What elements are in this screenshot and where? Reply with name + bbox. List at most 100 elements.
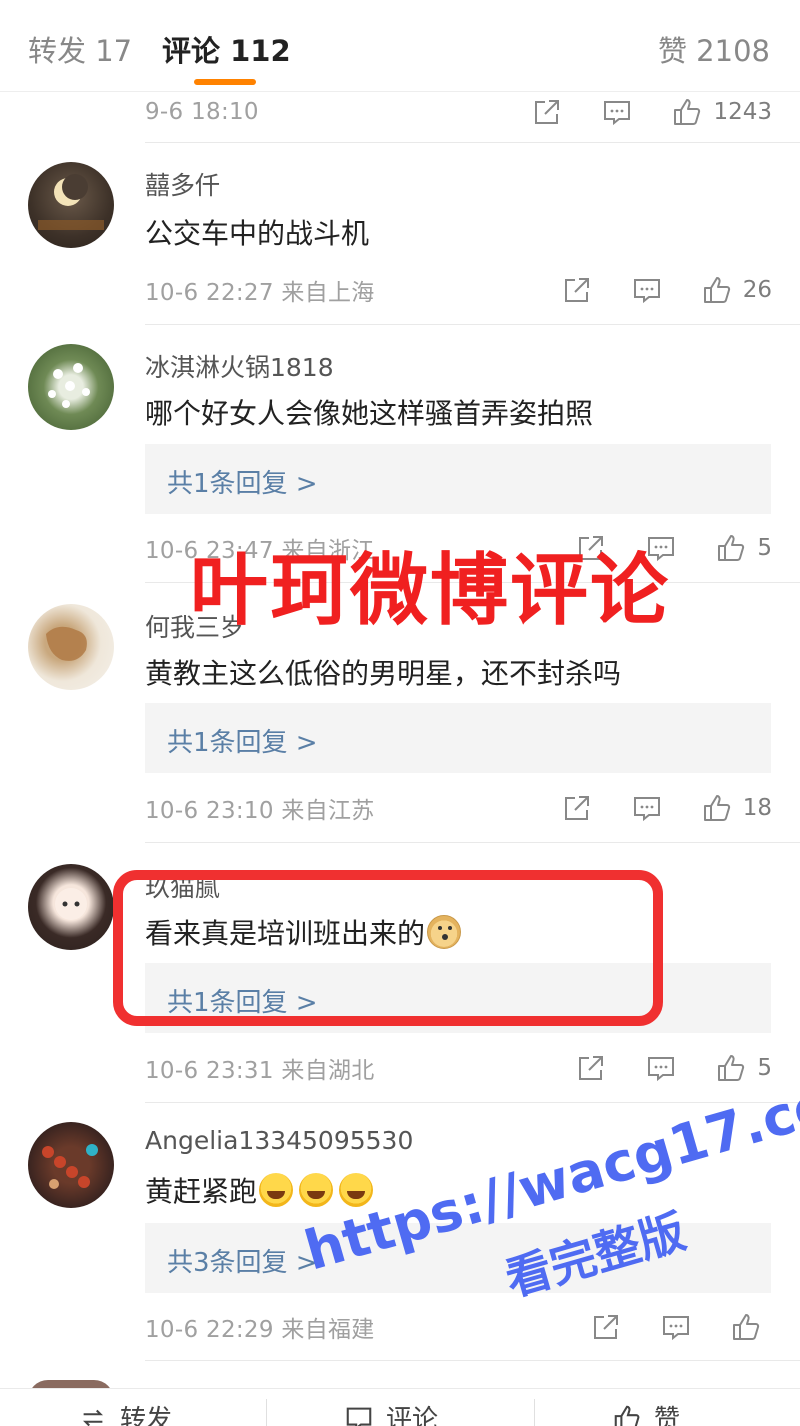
comment-icon xyxy=(633,279,660,304)
beads-avatar-image xyxy=(42,1144,98,1189)
comment-time: 9-6 18:10 xyxy=(145,99,259,125)
username[interactable]: Angelia13345095530 xyxy=(145,1126,413,1155)
comment-text: 公交车中的战斗机 xyxy=(145,217,370,250)
comment-meta: 10-6 23:31 来自湖北 5 xyxy=(145,1048,772,1088)
divider xyxy=(145,842,800,843)
reply-summary-link[interactable]: 共1条回复 > xyxy=(167,463,318,500)
thumbs-up-icon xyxy=(733,1314,760,1340)
comment-actions: 1243 xyxy=(493,92,772,132)
divider xyxy=(145,324,800,325)
laugh-cry-emoji-icon xyxy=(259,1173,294,1207)
laugh-cry-emoji-icon xyxy=(299,1173,334,1207)
reply-button[interactable] xyxy=(601,96,633,128)
comment-tabs: 转发 17 评论 112 赞 2108 xyxy=(0,0,800,92)
thumbs-up-icon xyxy=(703,795,730,821)
reply-summary[interactable]: 共1条回复 > xyxy=(145,444,771,514)
share-button[interactable] xyxy=(531,96,563,128)
comment-actions: 18 xyxy=(523,788,772,828)
share-button[interactable] xyxy=(561,274,593,306)
comment-text: 哪个好女人会像她这样骚首弄姿拍照 xyxy=(145,397,594,430)
repost-icon xyxy=(83,1409,103,1426)
tab-comments[interactable]: 评论 112 xyxy=(162,28,291,70)
bottom-comment-button[interactable]: 评论 xyxy=(344,1399,438,1426)
thumbs-up-icon xyxy=(718,1055,745,1081)
map-avatar-image xyxy=(46,626,87,661)
overlay-title: 叶珂微博评论 xyxy=(190,546,671,636)
like-button[interactable] xyxy=(730,1311,772,1343)
comment-meta: 10-6 22:27 来自上海 26 xyxy=(145,270,772,310)
active-tab-indicator xyxy=(194,79,256,85)
share-button[interactable] xyxy=(561,792,593,824)
avatar[interactable] xyxy=(28,344,114,430)
like-button[interactable]: 18 xyxy=(701,792,772,824)
share-icon xyxy=(564,278,589,302)
thumbs-up-icon xyxy=(718,535,745,561)
moon-avatar-image xyxy=(38,174,104,230)
comment-icon xyxy=(663,1316,689,1341)
anime-girl-avatar-image xyxy=(55,888,87,920)
comment-time: 10-6 22:27 来自上海 xyxy=(145,280,375,306)
tab-likes[interactable]: 赞 2108 xyxy=(658,28,770,70)
divider xyxy=(266,1399,267,1426)
comment-meta: 10-6 22:29 来自福建 xyxy=(145,1307,772,1347)
bottom-comment-label: 评论 xyxy=(386,1405,439,1426)
comment-time: 10-6 22:29 来自福建 xyxy=(145,1317,375,1343)
like-count: 5 xyxy=(757,535,772,561)
avatar[interactable] xyxy=(28,162,114,248)
username[interactable]: 冰淇淋火锅1818 xyxy=(145,348,334,384)
username[interactable]: 囍多仟 xyxy=(145,166,220,202)
share-icon xyxy=(579,1056,604,1080)
like-button[interactable]: 5 xyxy=(715,532,772,564)
comment-time: 10-6 23:31 来自湖北 xyxy=(145,1058,375,1084)
bottom-action-bar: 转发 评论 赞 xyxy=(0,1388,800,1426)
reply-summary-link[interactable]: 共1条回复 > xyxy=(167,722,318,759)
avatar[interactable] xyxy=(28,1122,114,1208)
like-button[interactable]: 5 xyxy=(715,1052,772,1084)
comment-icon xyxy=(604,101,631,126)
comment-text: 黄赶紧跑 xyxy=(145,1170,374,1210)
bottom-repost-button[interactable]: 转发 xyxy=(78,1399,172,1426)
comment-meta: 9-6 18:10 1243 xyxy=(145,92,772,132)
flowers-avatar-image xyxy=(48,363,90,408)
divider xyxy=(534,1399,535,1426)
bottom-like-button[interactable]: 赞 xyxy=(612,1399,680,1426)
reply-button[interactable] xyxy=(631,792,663,824)
highlight-frame xyxy=(113,870,663,1026)
divider xyxy=(145,142,800,143)
share-button[interactable] xyxy=(590,1311,622,1343)
like-count: 1243 xyxy=(713,99,772,125)
share-button[interactable] xyxy=(575,1052,607,1084)
comment-icon xyxy=(346,1407,372,1426)
comment-actions xyxy=(552,1307,772,1347)
like-count: 18 xyxy=(742,795,772,821)
thumbs-up-icon xyxy=(674,99,701,125)
thumbs-up-icon xyxy=(614,1405,640,1426)
comment-actions: 26 xyxy=(523,270,772,310)
reply-button[interactable] xyxy=(645,1052,677,1084)
comment-text-content: 黄赶紧跑 xyxy=(145,1175,258,1208)
comment-text: 黄教主这么低俗的男明星，还不封杀吗 xyxy=(145,657,622,690)
comment-time: 10-6 23:10 来自江苏 xyxy=(145,798,375,824)
comment-icon xyxy=(648,1057,675,1082)
reply-button[interactable] xyxy=(660,1311,692,1343)
like-button[interactable]: 1243 xyxy=(671,96,772,128)
reply-button[interactable] xyxy=(631,274,663,306)
share-icon xyxy=(594,1315,618,1339)
divider xyxy=(145,1102,800,1103)
thumbs-up-icon xyxy=(703,277,730,303)
divider xyxy=(145,1360,800,1361)
like-count: 26 xyxy=(742,277,772,303)
like-count: 5 xyxy=(757,1055,772,1081)
comment-meta: 10-6 23:10 来自江苏 18 xyxy=(145,788,772,828)
reply-summary[interactable]: 共1条回复 > xyxy=(145,703,771,773)
bottom-like-label: 赞 xyxy=(654,1405,681,1426)
comment-actions: 5 xyxy=(537,1048,772,1088)
comment-icon xyxy=(633,797,660,822)
avatar[interactable] xyxy=(28,864,114,950)
tab-repost[interactable]: 转发 17 xyxy=(28,28,132,70)
share-icon xyxy=(535,100,560,124)
like-button[interactable]: 26 xyxy=(701,274,772,306)
share-icon xyxy=(564,796,589,820)
reply-summary-link[interactable]: 共3条回复 > xyxy=(167,1242,318,1279)
avatar[interactable] xyxy=(28,604,114,690)
